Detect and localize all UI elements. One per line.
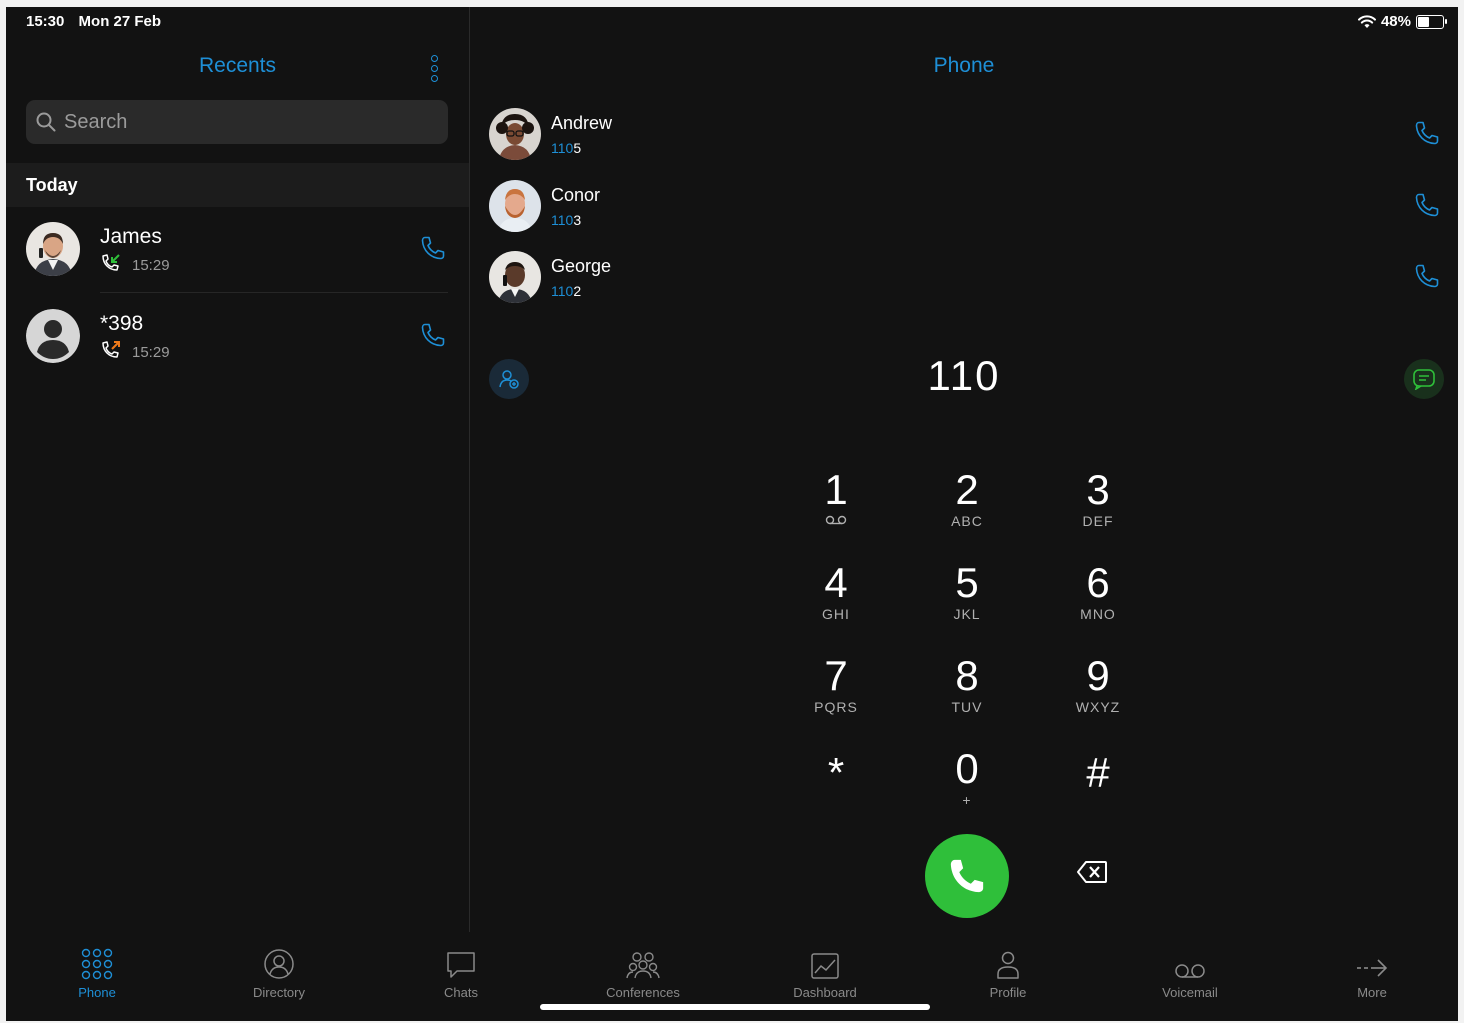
avatar (489, 180, 541, 232)
search-bar[interactable] (26, 100, 448, 144)
tab-more[interactable]: More (1312, 946, 1432, 1000)
avatar (489, 108, 541, 160)
chat-icon (447, 952, 475, 978)
recent-call-item[interactable]: James 15:29 (6, 207, 469, 293)
phone-pane: Phone Andrew 1105 Conor 1103 George 1102… (470, 7, 1458, 932)
incoming-call-icon (102, 254, 120, 271)
tab-dashboard[interactable]: Dashboard (765, 946, 885, 1000)
outgoing-call-icon (102, 341, 120, 358)
recent-time: 15:29 (132, 257, 170, 274)
keypad-key-2[interactable]: 2 ABC (917, 464, 1017, 544)
dialpad-icon (81, 948, 113, 980)
recent-call-item[interactable]: *398 15:29 (6, 294, 469, 380)
tab-directory[interactable]: Directory (219, 946, 339, 1000)
call-button[interactable] (925, 834, 1009, 918)
backspace-icon[interactable] (1076, 860, 1108, 884)
keypad-key-star[interactable]: * (786, 747, 886, 827)
phone-icon (950, 859, 984, 893)
voicemail-icon (825, 515, 847, 525)
keypad-key-hash[interactable]: # (1048, 747, 1148, 827)
phone-title: Phone (933, 54, 995, 77)
recent-name: James (100, 225, 162, 248)
conferences-icon (626, 952, 660, 979)
app-window: 15:30 Mon 27 Feb 48% Recents Today (6, 7, 1458, 1021)
contact-name: Conor (551, 185, 601, 205)
dashboard-icon (811, 953, 839, 979)
avatar (26, 222, 80, 276)
keypad-key-1[interactable]: 1 (786, 464, 886, 544)
tab-conferences[interactable]: Conferences (583, 946, 703, 1000)
recents-title: Recents (198, 54, 277, 77)
dialed-number: 110 (927, 352, 1001, 399)
search-input[interactable] (62, 109, 426, 135)
recents-pane: Recents Today (6, 7, 470, 932)
message-icon (1413, 369, 1435, 390)
phone-icon[interactable] (1414, 192, 1440, 218)
recent-name: *398 (100, 312, 144, 335)
directory-icon (264, 949, 294, 979)
send-message-button[interactable] (1404, 359, 1444, 399)
home-indicator[interactable] (540, 1004, 930, 1010)
contact-number: 1105 (551, 140, 582, 156)
tab-phone[interactable]: Phone (37, 946, 157, 1000)
contact-suggestion[interactable]: George 1102 (470, 251, 1458, 311)
keypad-key-4[interactable]: 4 GHI (786, 557, 886, 637)
more-arrow-icon (1357, 959, 1388, 977)
keypad-key-5[interactable]: 5 JKL (917, 557, 1017, 637)
section-title: Today (26, 175, 78, 195)
recent-time: 15:29 (132, 344, 170, 361)
more-options-icon[interactable] (427, 54, 441, 82)
tab-chats[interactable]: Chats (401, 946, 521, 1000)
contact-name: Andrew (551, 113, 613, 133)
phone-icon[interactable] (420, 322, 446, 348)
contact-name: George (551, 256, 612, 276)
search-icon (36, 112, 56, 132)
contact-number: 1102 (551, 283, 582, 299)
keypad-key-6[interactable]: 6 MNO (1048, 557, 1148, 637)
contact-suggestion[interactable]: Andrew 1105 (470, 108, 1458, 168)
contact-number: 1103 (551, 212, 582, 228)
keypad-key-9[interactable]: 9 WXYZ (1048, 650, 1148, 730)
voicemail-icon (1175, 964, 1205, 978)
contact-suggestion[interactable]: Conor 1103 (470, 180, 1458, 240)
tab-voicemail[interactable]: Voicemail (1130, 946, 1250, 1000)
divider (100, 292, 448, 293)
avatar-placeholder (26, 309, 80, 363)
keypad-key-0[interactable]: 0 + (917, 743, 1017, 823)
keypad-key-8[interactable]: 8 TUV (917, 650, 1017, 730)
profile-icon (997, 951, 1019, 979)
phone-icon[interactable] (1414, 263, 1440, 289)
keypad-key-3[interactable]: 3 DEF (1048, 464, 1148, 544)
phone-icon[interactable] (1414, 120, 1440, 146)
tab-profile[interactable]: Profile (948, 946, 1068, 1000)
avatar (489, 251, 541, 303)
phone-icon[interactable] (420, 235, 446, 261)
keypad-key-7[interactable]: 7 PQRS (786, 650, 886, 730)
section-header-today: Today (6, 163, 469, 207)
